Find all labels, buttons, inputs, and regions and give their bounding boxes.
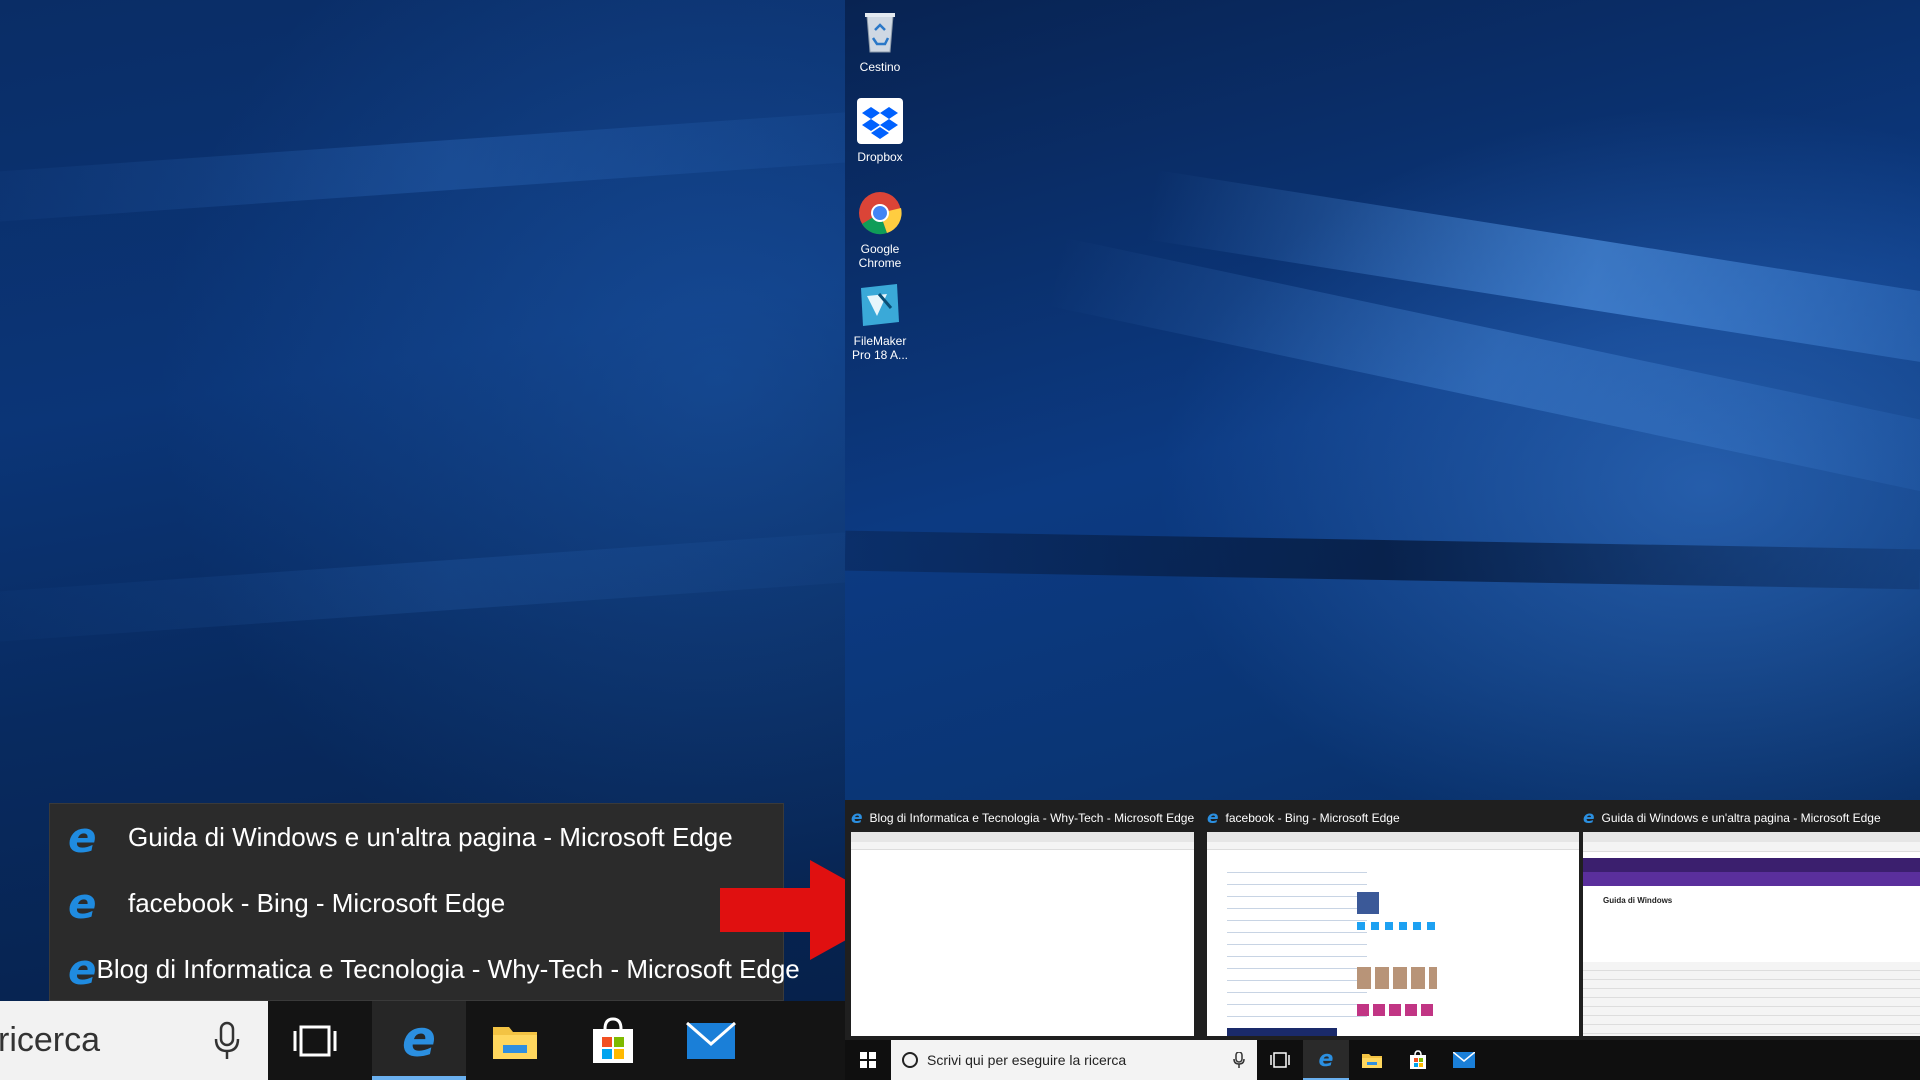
edge-icon: e <box>402 1009 436 1068</box>
edge-taskbar-button[interactable]: e <box>372 1001 466 1080</box>
jumplist-item[interactable]: e Blog di Informatica e Tecnologia - Why… <box>50 936 800 1002</box>
jumplist-item-label: facebook - Bing - Microsoft Edge <box>128 887 506 918</box>
taskbar-zoomed: ricerca e <box>0 1001 845 1080</box>
preview-title: facebook - Bing - Microsoft Edge <box>1225 811 1400 825</box>
store-icon[interactable] <box>568 1001 658 1080</box>
wallpaper-streak <box>0 101 845 229</box>
task-view-icon[interactable] <box>270 1001 360 1080</box>
jumplist-item-label: Blog di Informatica e Tecnologia - Why-T… <box>96 953 800 984</box>
desktop-icon-label: Cestino <box>859 60 901 74</box>
taskbar-previews: e Blog di Informatica e Tecnologia - Why-… <box>845 800 1920 1040</box>
preview-thumbnail: Guida di Windows <box>1583 832 1920 1036</box>
file-explorer-icon[interactable] <box>470 1001 560 1080</box>
desktop-icon-label: Dropbox <box>857 150 903 164</box>
cortana-icon <box>902 1052 918 1068</box>
edge-jumplist: e Guida di Windows e un'altra pagina - M… <box>49 803 800 1002</box>
preview-inner-label: Guida di Windows <box>1603 896 1673 905</box>
preview-title: Guida di Windows e un'altra pagina - Mic… <box>1601 811 1881 825</box>
edge-icon: e <box>851 808 863 828</box>
edge-icon: e <box>68 878 97 928</box>
desktop-icon-filemaker[interactable]: FileMaker Pro 18 A... <box>845 282 915 362</box>
search-placeholder: Scrivi qui per eseguire la ricerca <box>927 1052 1127 1068</box>
preview-title: Blog di Informatica e Tecnologia - Why-T… <box>869 811 1195 825</box>
desktop-icon-recycle-bin[interactable]: Cestino <box>845 8 915 74</box>
filemaker-icon <box>861 284 899 326</box>
jumplist-item[interactable]: e facebook - Bing - Microsoft Edge <box>50 870 783 936</box>
dropbox-icon <box>857 98 903 144</box>
desktop-icon-dropbox[interactable]: Dropbox <box>845 98 915 164</box>
search-text: ricerca <box>0 1021 101 1059</box>
recycle-bin-icon <box>865 13 895 53</box>
jumplist-item[interactable]: e Guida di Windows e un'altra pagina - M… <box>50 804 783 870</box>
task-view-icon[interactable] <box>1257 1040 1303 1080</box>
preview-card[interactable]: e Guida di Windows e un'altra pagina - Mi… <box>1577 800 1920 1040</box>
preview-thumbnail <box>851 832 1194 1036</box>
preview-card[interactable]: e facebook - Bing - Microsoft Edge <box>1201 800 1579 1040</box>
edge-taskbar-button[interactable]: e <box>1303 1040 1349 1080</box>
mail-icon[interactable] <box>666 1001 756 1080</box>
taskbar: Scrivi qui per eseguire la ricerca e <box>845 1040 1920 1080</box>
jumplist-item-label: Guida di Windows e un'altra pagina - Mic… <box>128 821 733 852</box>
preview-thumbnail <box>1207 832 1579 1036</box>
desktop-icon-label: FileMaker Pro 18 A... <box>851 334 909 362</box>
windows-start-icon[interactable] <box>845 1040 891 1080</box>
edge-icon: e <box>1583 808 1595 828</box>
search-box[interactable]: Scrivi qui per eseguire la ricerca <box>891 1040 1257 1080</box>
file-explorer-icon[interactable] <box>1349 1040 1395 1080</box>
edge-icon: e <box>1207 808 1219 828</box>
zoomed-desktop: e Guida di Windows e un'altra pagina - M… <box>0 0 845 1080</box>
desktop-icon-label: Google Chrome <box>858 242 902 270</box>
desktop: Cestino Dropbox Google Chrome FileMaker … <box>845 0 1920 1080</box>
mail-icon[interactable] <box>1441 1040 1487 1080</box>
screenshot: e Guida di Windows e un'altra pagina - M… <box>0 0 1920 1080</box>
microphone-icon[interactable] <box>212 1021 242 1061</box>
desktop-icon-chrome[interactable]: Google Chrome <box>845 190 915 270</box>
edge-icon: e <box>68 944 97 994</box>
microphone-icon[interactable] <box>1233 1052 1245 1068</box>
edge-icon: e <box>68 812 97 862</box>
wallpaper-streak <box>0 521 845 649</box>
edge-icon: e <box>1318 1046 1334 1072</box>
wallpaper-beam <box>845 530 1920 590</box>
preview-card[interactable]: e Blog di Informatica e Tecnologia - Why-… <box>845 800 1200 1040</box>
chrome-icon <box>859 192 902 235</box>
search-box[interactable]: ricerca <box>0 1001 268 1080</box>
store-icon[interactable] <box>1395 1040 1441 1080</box>
